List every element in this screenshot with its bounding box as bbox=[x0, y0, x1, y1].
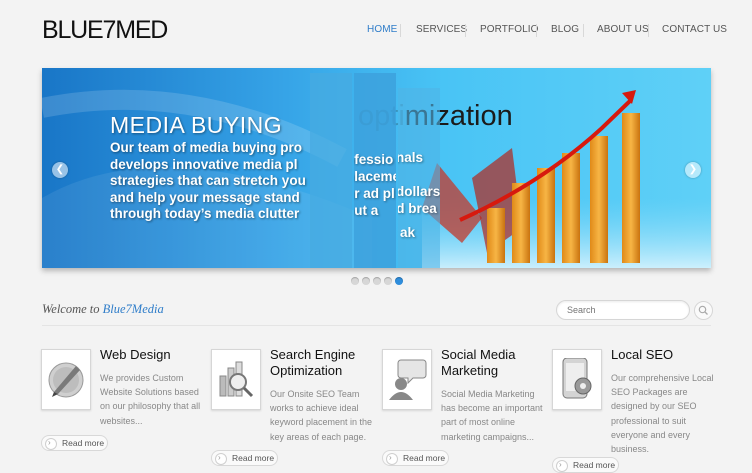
magnifier-chart-icon bbox=[219, 361, 254, 398]
service-description: Our comprehensive Local SEO Packages are… bbox=[611, 373, 714, 455]
strip-text: dollars bbox=[398, 184, 440, 199]
welcome-heading: Welcome to Blue7Media bbox=[42, 302, 164, 316]
service-icon-box bbox=[211, 349, 261, 410]
nav-divider bbox=[400, 24, 401, 37]
slide-transition-strip bbox=[310, 73, 352, 268]
service-icon-box bbox=[41, 349, 91, 410]
nav-about-us[interactable]: ABOUT US bbox=[597, 24, 649, 35]
service-description: We provides Custom Website Solutions bas… bbox=[100, 373, 201, 426]
service-icon-box bbox=[552, 349, 602, 410]
service-title: Web Design bbox=[100, 347, 171, 362]
slider-dot-4[interactable] bbox=[384, 277, 392, 285]
read-more-label: Read more bbox=[232, 453, 275, 463]
nav-divider bbox=[465, 24, 466, 37]
arrow-right-icon: › bbox=[386, 453, 398, 465]
arrow-right-icon: › bbox=[556, 460, 568, 472]
nav-divider bbox=[536, 24, 537, 37]
read-more-button[interactable]: › Read more bbox=[382, 450, 449, 466]
phone-gear-icon bbox=[562, 358, 592, 399]
strip-text: nd brea bbox=[398, 201, 437, 216]
service-description: Social Media Marketing has become an imp… bbox=[441, 389, 543, 442]
chevron-left-icon: ❮ bbox=[55, 164, 65, 175]
read-more-button[interactable]: › Read more bbox=[41, 435, 108, 451]
read-more-button[interactable]: › Read more bbox=[552, 457, 619, 473]
pen-icon bbox=[48, 362, 84, 398]
strip-text: ofessio bbox=[354, 152, 394, 167]
service-social-media: Social Media Marketing Social Media Mark… bbox=[382, 347, 547, 466]
section-divider bbox=[42, 325, 711, 326]
nav-contact-us[interactable]: CONTACT US bbox=[662, 24, 727, 35]
slider-pagination bbox=[351, 277, 411, 287]
strip-text: nals bbox=[398, 150, 424, 165]
hero-slider: optimization MEDIA BUYING Our team of me… bbox=[42, 68, 711, 268]
slider-dot-1[interactable] bbox=[351, 277, 359, 285]
service-local-seo: Local SEO Our comprehensive Local SEO Pa… bbox=[552, 347, 717, 473]
service-icon-box bbox=[382, 349, 432, 410]
nav-divider bbox=[648, 24, 649, 37]
nav-services[interactable]: SERVICES bbox=[416, 24, 467, 35]
slider-dot-2[interactable] bbox=[362, 277, 370, 285]
strip-text: ak bbox=[400, 225, 416, 240]
service-title: Local SEO bbox=[611, 347, 674, 362]
service-seo: Search Engine Optimization Our Onsite SE… bbox=[211, 347, 376, 466]
strip-text: ur ad pl bbox=[354, 186, 395, 201]
search-button[interactable] bbox=[694, 301, 713, 320]
read-more-label: Read more bbox=[62, 438, 105, 448]
strip-text: out a bbox=[354, 203, 379, 218]
slider-prev-button[interactable]: ❮ bbox=[52, 162, 68, 178]
chevron-right-icon: ❯ bbox=[688, 164, 698, 175]
slider-dot-3[interactable] bbox=[373, 277, 381, 285]
service-web-design: Web Design We provides Custom Website So… bbox=[41, 347, 206, 461]
slide-heading: MEDIA BUYING bbox=[110, 112, 283, 138]
search-box bbox=[556, 300, 690, 320]
slide-transition-strip: nals dollars nd brea ak bbox=[398, 88, 440, 268]
search-icon bbox=[698, 305, 708, 315]
read-more-label: Read more bbox=[573, 460, 616, 470]
arrow-right-icon: › bbox=[215, 453, 227, 465]
slide-transition-strip: ofessio placemen ur ad pl out a bbox=[354, 73, 396, 268]
read-more-button[interactable]: › Read more bbox=[211, 450, 278, 466]
service-title: Social Media Marketing bbox=[441, 347, 516, 378]
service-description: Our Onsite SEO Team works to achieve ide… bbox=[270, 389, 373, 442]
speech-user-icon bbox=[389, 359, 427, 400]
arrow-right-icon: › bbox=[45, 438, 57, 450]
service-title: Search Engine Optimization bbox=[270, 347, 356, 378]
nav-blog[interactable]: BLOG bbox=[551, 24, 579, 35]
slider-next-button[interactable]: ❯ bbox=[685, 162, 701, 178]
search-input[interactable] bbox=[567, 304, 677, 316]
read-more-label: Read more bbox=[403, 453, 446, 463]
strip-text: placemen bbox=[354, 169, 396, 184]
nav-divider bbox=[583, 24, 584, 37]
nav-portfolio[interactable]: PORTFOLIO bbox=[480, 24, 539, 35]
slider-dot-5[interactable] bbox=[395, 277, 403, 285]
nav-home[interactable]: HOME bbox=[367, 24, 397, 35]
welcome-brand: Blue7Media bbox=[102, 302, 164, 316]
main-nav: HOME SERVICES PORTFOLIO BLOG ABOUT US CO… bbox=[0, 24, 752, 38]
